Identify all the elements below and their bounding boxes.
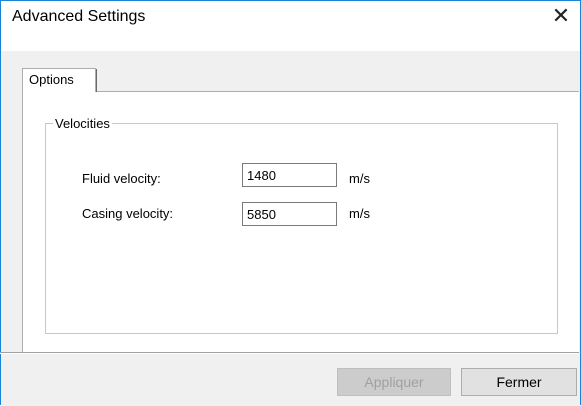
velocities-groupbox bbox=[45, 123, 558, 334]
window-title: Advanced Settings bbox=[12, 8, 146, 25]
fluid-velocity-unit: m/s bbox=[349, 171, 370, 186]
close-button[interactable]: Fermer bbox=[461, 368, 577, 396]
casing-velocity-label: Casing velocity: bbox=[82, 206, 174, 221]
fluid-velocity-label: Fluid velocity: bbox=[82, 171, 161, 186]
velocities-group-label: Velocities bbox=[53, 116, 112, 131]
apply-button[interactable]: Appliquer bbox=[337, 368, 451, 396]
footer-divider bbox=[0, 352, 579, 354]
fluid-velocity-input[interactable] bbox=[242, 163, 337, 187]
casing-velocity-unit: m/s bbox=[349, 206, 370, 221]
title-bar[interactable]: Advanced Settings ✕ bbox=[1, 1, 580, 31]
close-icon[interactable]: ✕ bbox=[550, 5, 572, 27]
tab-options-label: Options bbox=[29, 72, 74, 87]
tab-options[interactable]: Options bbox=[22, 68, 97, 92]
casing-velocity-input[interactable] bbox=[242, 202, 337, 226]
